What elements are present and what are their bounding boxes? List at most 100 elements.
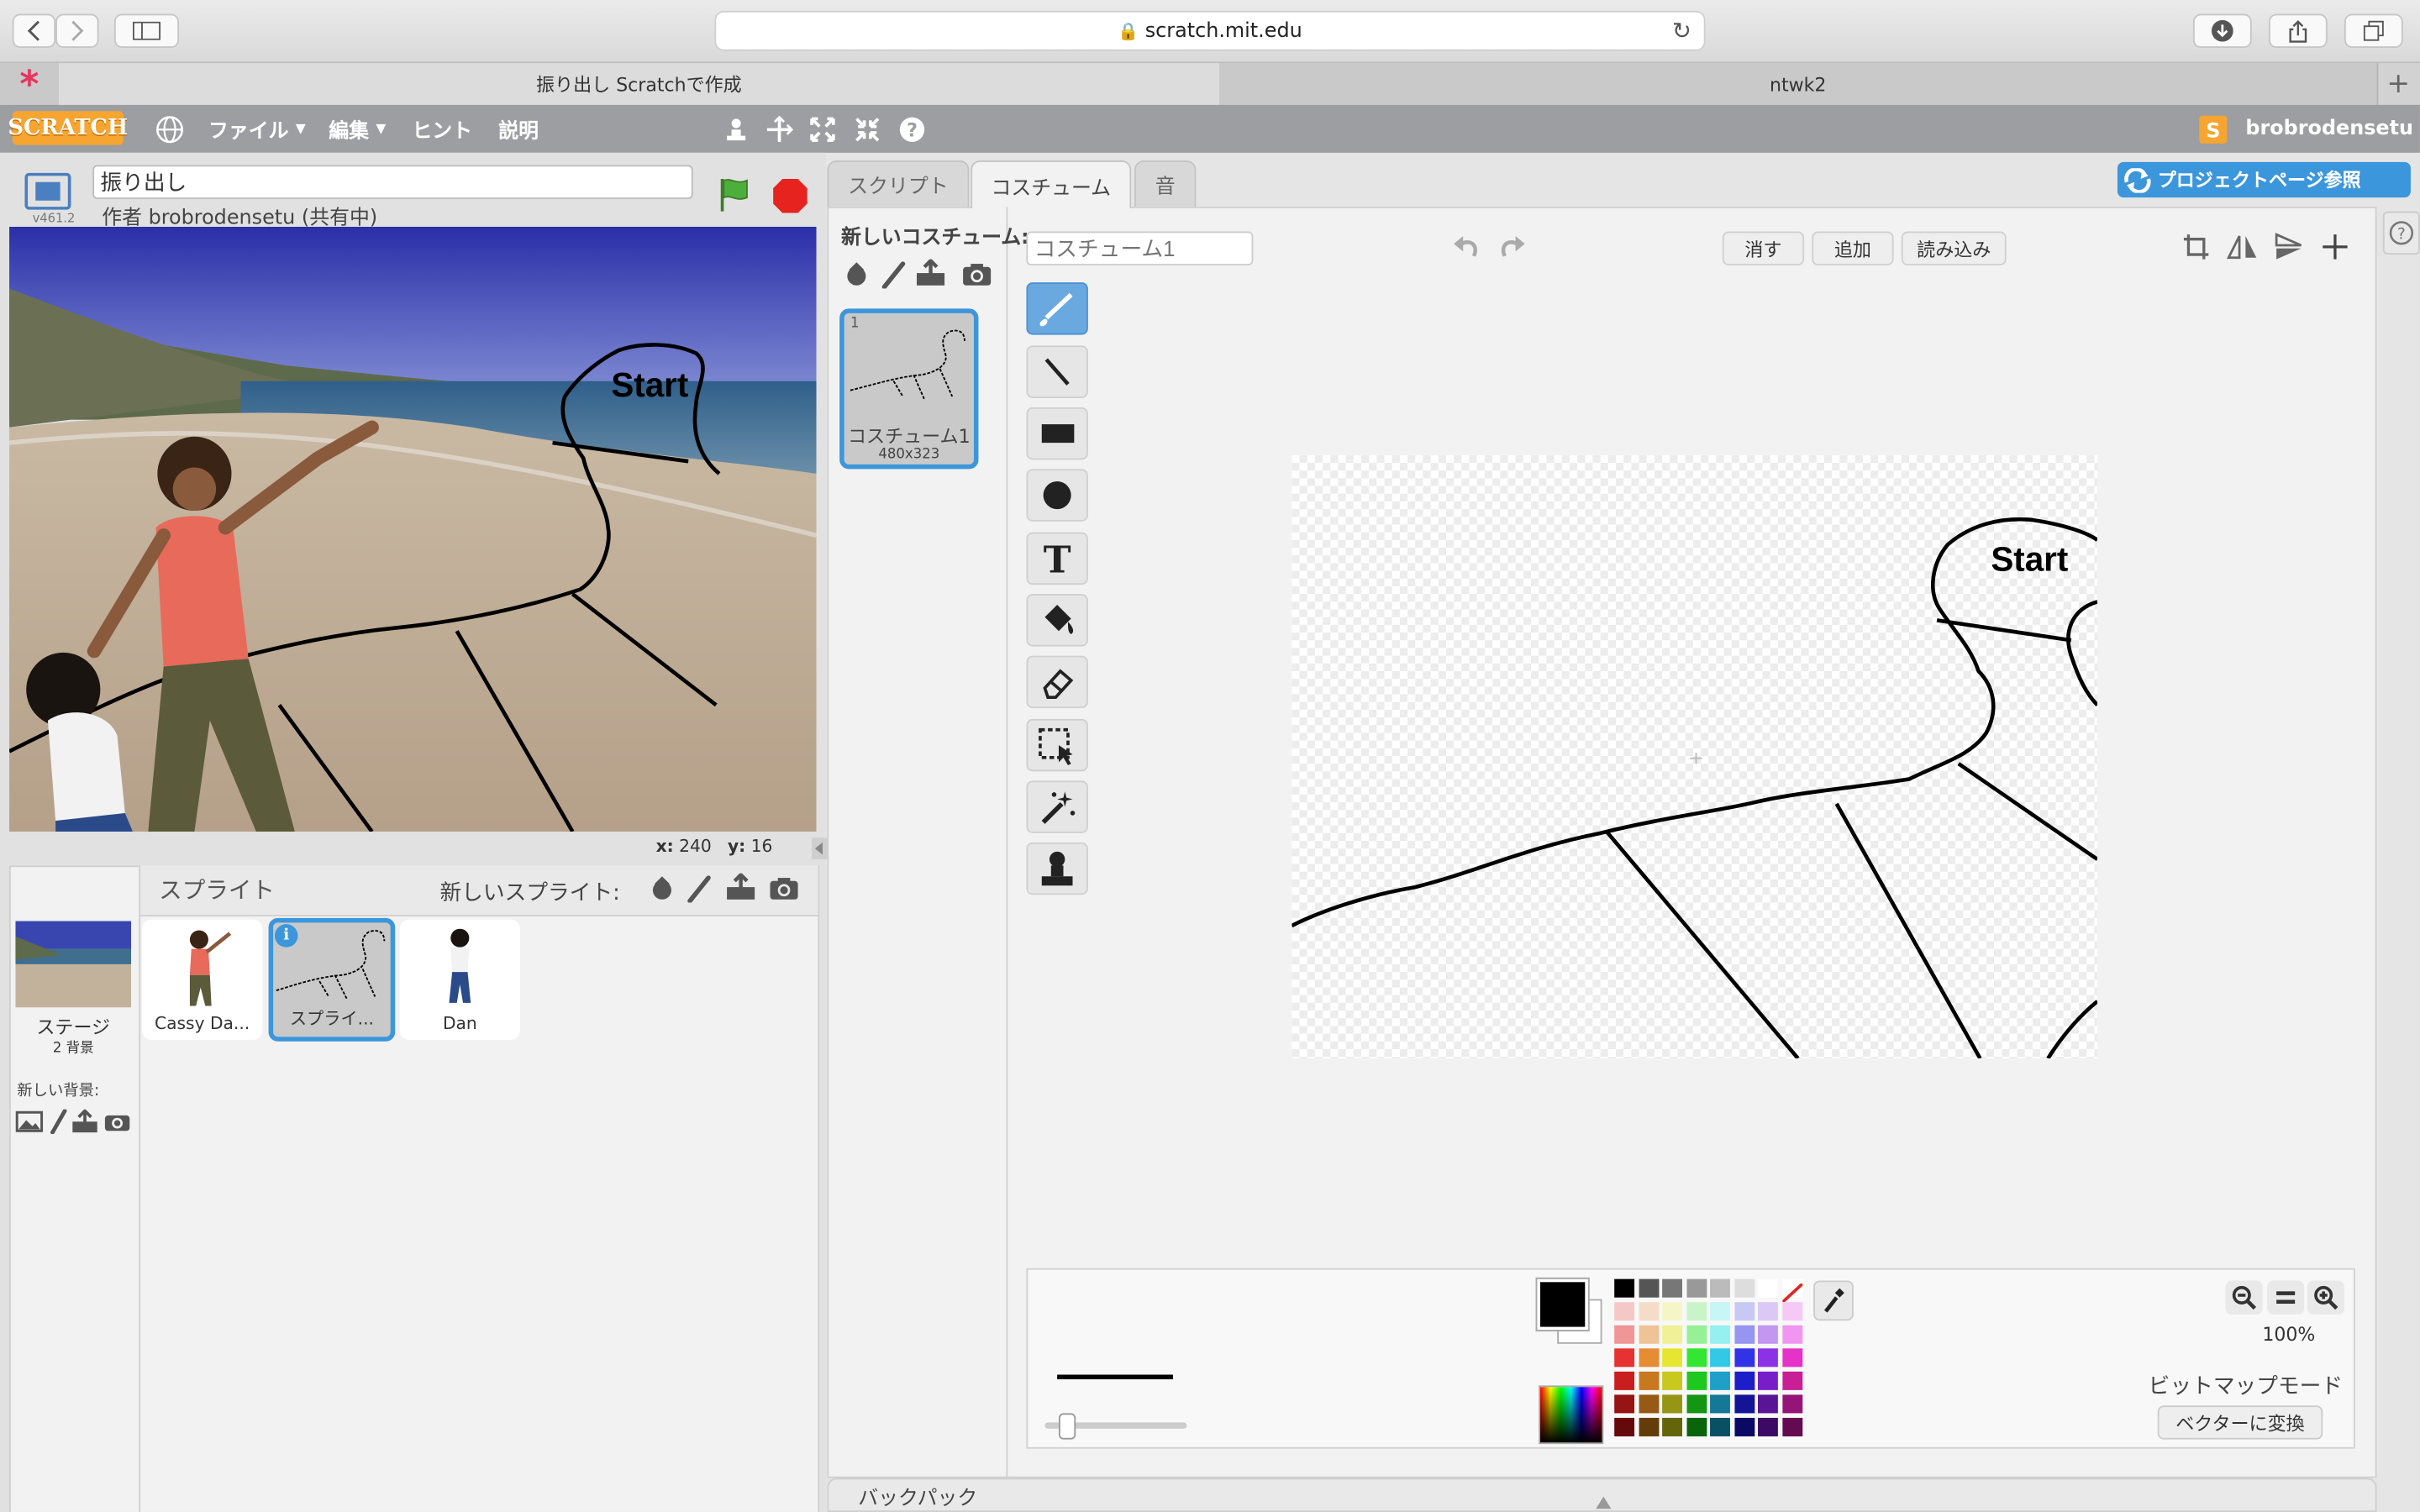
eyedropper-icon[interactable] xyxy=(1813,1280,1854,1321)
color-swatch[interactable] xyxy=(1638,1348,1659,1368)
select-tool[interactable] xyxy=(1026,718,1088,772)
color-swatch[interactable] xyxy=(1733,1394,1754,1414)
paint-costume-icon[interactable] xyxy=(878,260,909,291)
backpack-expand-icon[interactable] xyxy=(1596,1486,1612,1512)
color-swatch[interactable] xyxy=(1733,1278,1754,1298)
color-swatch[interactable] xyxy=(1662,1417,1683,1436)
tab-sounds[interactable]: 音 xyxy=(1134,160,1197,207)
forward-button[interactable] xyxy=(55,13,99,48)
cut-icon[interactable] xyxy=(764,114,795,145)
sprite-tile-dan[interactable]: Dan xyxy=(399,919,520,1040)
color-swatch[interactable] xyxy=(1686,1278,1707,1298)
crop-icon[interactable] xyxy=(2176,228,2217,265)
camera-sprite-icon[interactable] xyxy=(767,874,801,905)
color-swatch[interactable] xyxy=(1710,1394,1730,1414)
upload-backdrop-icon[interactable] xyxy=(71,1108,98,1136)
color-swatch[interactable] xyxy=(1686,1394,1707,1414)
upload-sprite-icon[interactable] xyxy=(723,872,757,903)
menu-about[interactable]: 説明 xyxy=(498,105,539,153)
menu-file[interactable]: ファイル ▾ xyxy=(208,105,306,153)
color-swatch[interactable] xyxy=(1781,1371,1802,1390)
color-swatch[interactable] xyxy=(1781,1348,1802,1368)
color-swatch[interactable] xyxy=(1781,1302,1802,1321)
color-swatch[interactable] xyxy=(1781,1394,1802,1414)
sprite-library-icon[interactable] xyxy=(647,874,678,905)
rectangle-tool[interactable] xyxy=(1026,407,1088,460)
eraser-tool[interactable] xyxy=(1026,655,1088,709)
tabs-overview-button[interactable] xyxy=(2344,13,2403,48)
downloads-button[interactable] xyxy=(2192,13,2252,48)
help-panel-icon[interactable]: ? xyxy=(2382,211,2420,255)
color-swatch[interactable] xyxy=(1758,1278,1778,1298)
fullscreen-icon[interactable] xyxy=(22,170,74,213)
color-swatch[interactable] xyxy=(1710,1325,1730,1344)
camera-costume-icon[interactable] xyxy=(960,260,993,288)
magic-select-tool[interactable] xyxy=(1026,780,1088,833)
reload-icon[interactable]: ↻ xyxy=(1672,17,1691,45)
color-swatch[interactable] xyxy=(1614,1394,1635,1414)
green-flag-icon[interactable] xyxy=(714,175,755,215)
color-swatch[interactable] xyxy=(1686,1348,1707,1368)
text-tool[interactable]: T xyxy=(1026,532,1088,585)
color-swatch[interactable] xyxy=(1758,1417,1778,1436)
color-swatch[interactable] xyxy=(1686,1325,1707,1344)
shrink-icon[interactable] xyxy=(852,114,883,145)
color-swatch[interactable] xyxy=(1614,1302,1635,1321)
new-tab-button[interactable]: + xyxy=(2377,63,2420,105)
color-swatch[interactable] xyxy=(1638,1371,1659,1390)
color-swatch[interactable] xyxy=(1662,1302,1683,1321)
help-icon[interactable]: ? xyxy=(897,114,928,145)
costume-name-input[interactable] xyxy=(1026,231,1254,265)
costume-library-icon[interactable] xyxy=(841,260,872,291)
color-swatch[interactable] xyxy=(1710,1278,1730,1298)
color-swatch[interactable] xyxy=(1614,1278,1635,1298)
color-swatch[interactable] xyxy=(1614,1325,1635,1344)
color-swatch[interactable] xyxy=(1733,1348,1754,1368)
color-swatch[interactable] xyxy=(1614,1371,1635,1390)
primary-color-swatch[interactable] xyxy=(1535,1277,1590,1332)
clear-button[interactable]: 消す xyxy=(1722,231,1805,265)
redo-icon[interactable] xyxy=(1494,232,1531,263)
info-icon[interactable]: i xyxy=(274,924,298,948)
color-swatch[interactable] xyxy=(1662,1394,1683,1414)
stage-thumbnail[interactable] xyxy=(15,921,132,1008)
collapse-stage-icon[interactable] xyxy=(812,837,828,860)
grow-icon[interactable] xyxy=(808,114,839,145)
color-swatch[interactable] xyxy=(1638,1394,1659,1414)
project-page-button[interactable]: プロジェクトページ参照 xyxy=(2117,161,2411,198)
color-swatch[interactable] xyxy=(1638,1278,1659,1298)
stamp-tool[interactable] xyxy=(1026,842,1088,895)
color-swatch[interactable] xyxy=(1710,1302,1730,1321)
tab-ntwk2[interactable]: ntwk2 xyxy=(1218,63,2379,105)
flip-vertical-icon[interactable] xyxy=(2269,228,2309,265)
sidebar-toggle-button[interactable] xyxy=(113,13,180,48)
paint-canvas[interactable]: Start xyxy=(1292,454,2098,1058)
pinned-tab[interactable]: * xyxy=(0,63,60,105)
backdrop-library-icon[interactable] xyxy=(15,1110,44,1134)
sprite-tile-cassy[interactable]: Cassy Da... xyxy=(141,919,263,1040)
color-swatch[interactable] xyxy=(1662,1325,1683,1344)
color-swatch[interactable] xyxy=(1781,1325,1802,1344)
paint-backdrop-icon[interactable] xyxy=(48,1109,70,1134)
costume-tile-selected[interactable]: 1 コスチューム1 480x323 xyxy=(839,308,979,470)
backpack-bar[interactable]: バックパック xyxy=(827,1478,2377,1512)
brush-tool[interactable] xyxy=(1026,282,1088,335)
line-tool[interactable] xyxy=(1026,345,1088,398)
color-swatch[interactable] xyxy=(1710,1417,1730,1436)
flip-horizontal-icon[interactable] xyxy=(2223,228,2263,265)
color-swatch[interactable] xyxy=(1733,1302,1754,1321)
color-swatch[interactable] xyxy=(1758,1325,1778,1344)
color-swatch[interactable] xyxy=(1758,1348,1778,1368)
transparent-color-swatch[interactable] xyxy=(1781,1278,1803,1304)
globe-icon[interactable] xyxy=(155,114,186,145)
address-bar[interactable]: 🔒 scratch.mit.edu ↻ xyxy=(714,10,1706,51)
color-swatch[interactable] xyxy=(1662,1278,1683,1298)
color-picker-gradient[interactable] xyxy=(1539,1385,1604,1445)
user-avatar[interactable]: S xyxy=(2196,113,2230,146)
add-button[interactable]: 追加 xyxy=(1812,231,1894,265)
set-center-icon[interactable] xyxy=(2315,228,2355,265)
tab-costumes[interactable]: コスチューム xyxy=(971,160,1132,208)
project-title-input[interactable]: 振り出し xyxy=(92,165,693,199)
color-swatch[interactable] xyxy=(1758,1394,1778,1414)
zoom-out-icon[interactable] xyxy=(2225,1280,2263,1315)
